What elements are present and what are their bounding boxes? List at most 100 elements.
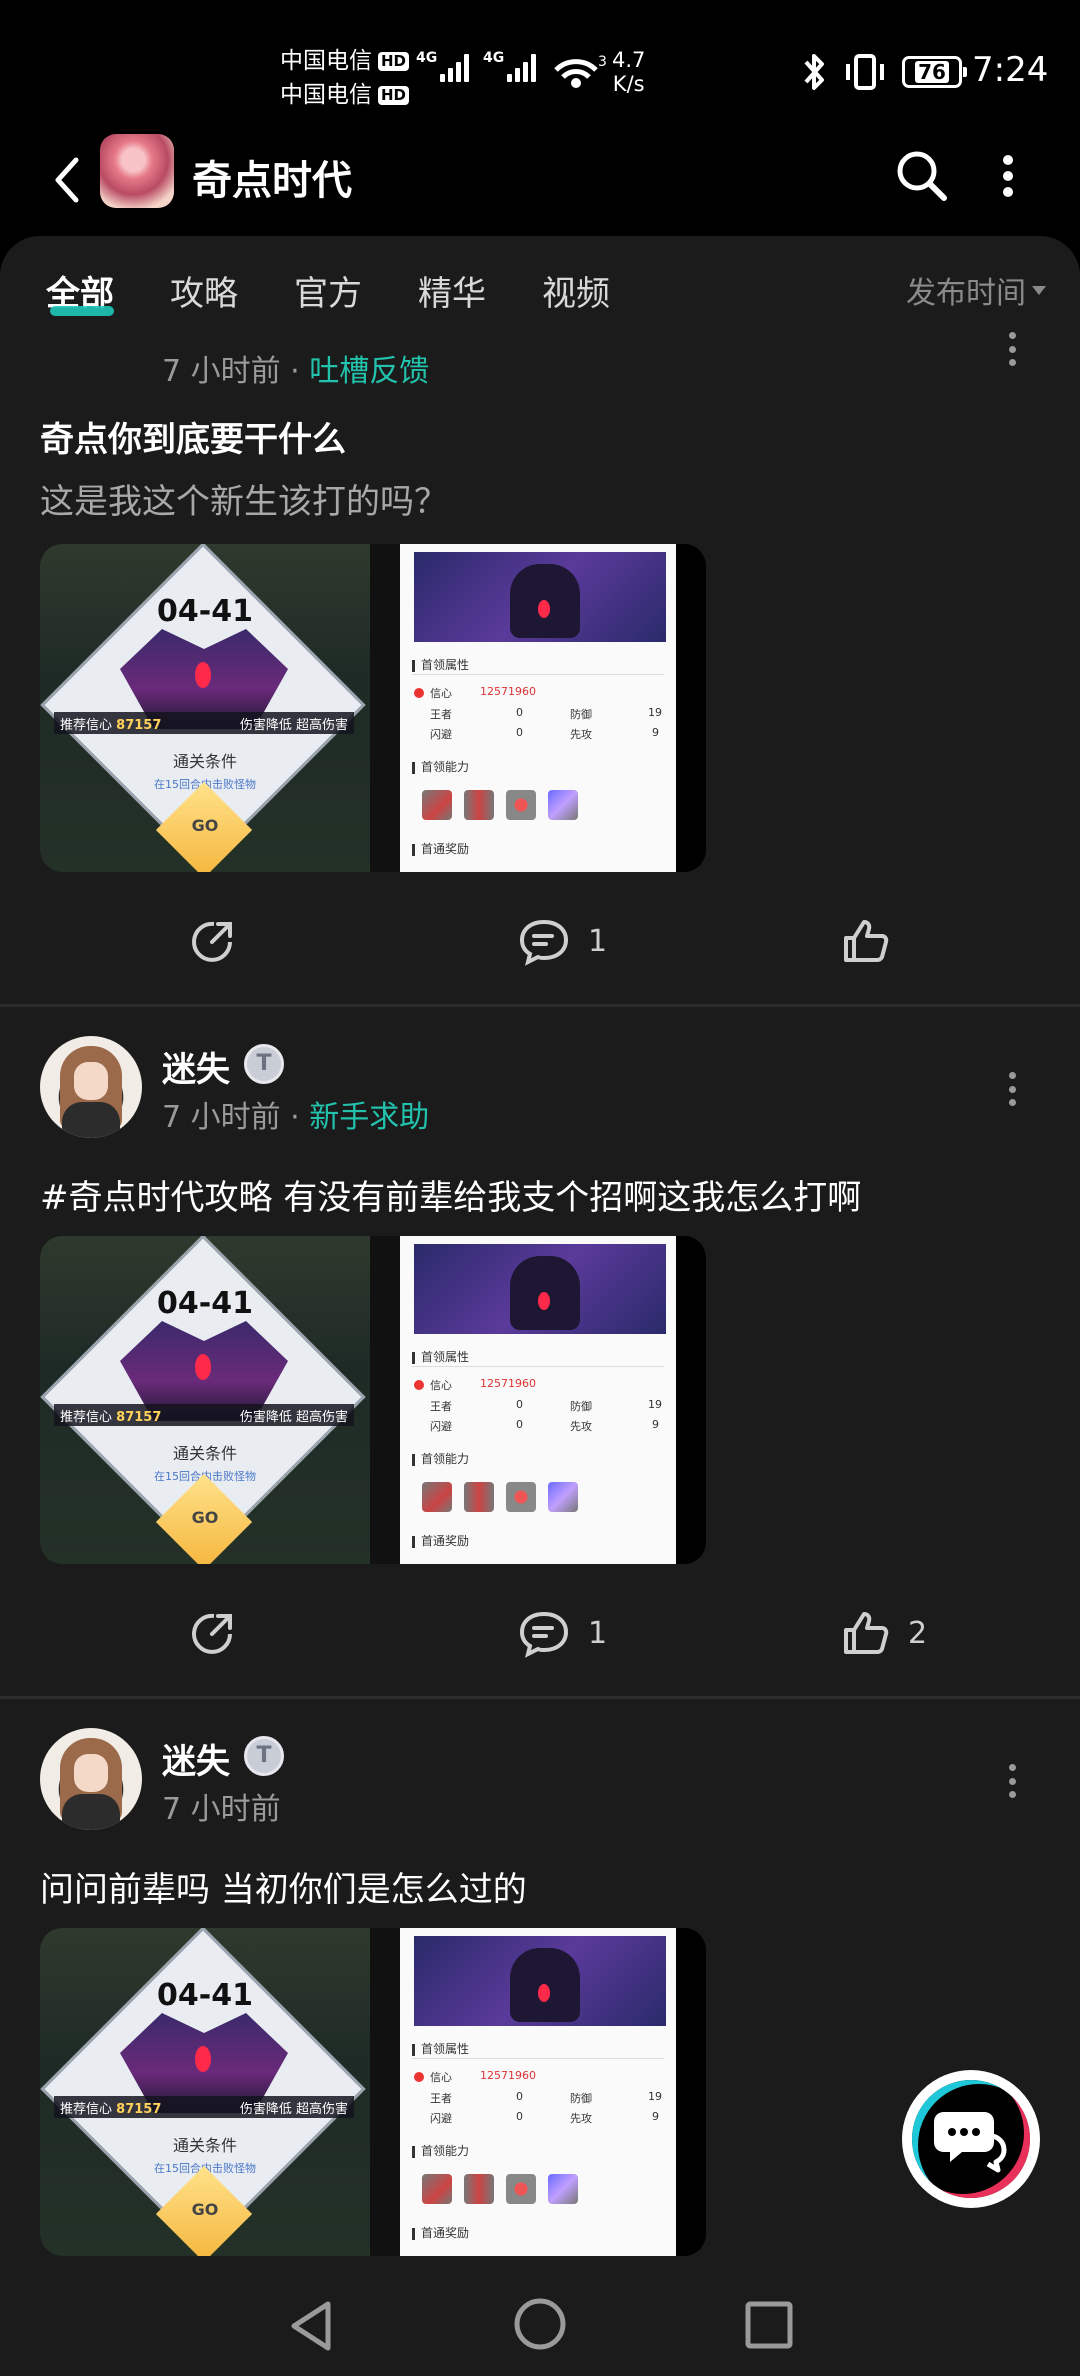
- chat-bubble-icon: [934, 2112, 1007, 2173]
- nav-back-icon[interactable]: [286, 2298, 336, 2354]
- like-button[interactable]: 2: [840, 1608, 927, 1658]
- clock: 7:24: [972, 50, 1049, 90]
- stat-value: 0: [516, 1418, 523, 1431]
- divider: [0, 1696, 1080, 1699]
- tab-official[interactable]: 官方: [294, 266, 362, 315]
- stat-value: 0: [516, 2090, 523, 2103]
- tab-guides[interactable]: 攻略: [170, 266, 238, 315]
- signal-icon: 4G: [483, 50, 536, 82]
- post-meta: 7 小时前 · 吐槽反馈: [162, 354, 430, 389]
- section-title: 首领能力: [412, 758, 469, 775]
- level-screenshot[interactable]: 04-41 推荐信心 87157伤害降低 超高伤害 通关条件在15回合内击败怪物…: [40, 1236, 370, 1564]
- go-label: GO: [191, 1508, 219, 1527]
- author-name[interactable]: 迷失: [162, 1042, 230, 1091]
- sort-label: 发布时间: [906, 276, 1026, 311]
- like-button[interactable]: [840, 916, 908, 966]
- post-actions: 1 2: [0, 1608, 1080, 1688]
- network-speed: 4.7 K/s: [612, 48, 645, 96]
- stat-value: 9: [652, 726, 659, 739]
- share-button[interactable]: [188, 1608, 238, 1658]
- user-level-badge: T: [244, 1044, 284, 1084]
- post-meta: 7 小时前: [162, 1784, 281, 1828]
- back-icon[interactable]: [48, 150, 88, 210]
- level-number: 04-41: [157, 1978, 253, 2013]
- post-body: 这是我这个新生该打的吗？: [40, 482, 448, 522]
- stat-label: 王者: [430, 708, 452, 721]
- hd-badge: HD: [378, 85, 410, 105]
- go-label: GO: [191, 2200, 219, 2219]
- go-label: GO: [191, 816, 219, 835]
- stat-value: 12571960: [480, 1377, 536, 1390]
- carrier-info: 中国电信 HD 中国电信 HD: [280, 44, 410, 112]
- status-bar: 中国电信 HD 中国电信 HD 4G 4G 3 4.7 K/s 76 7:24: [0, 0, 1080, 130]
- avatar[interactable]: [40, 1728, 142, 1830]
- more-vertical-icon[interactable]: [1006, 1764, 1018, 1798]
- comment-count: 1: [588, 1615, 608, 1651]
- like-count: 2: [908, 1615, 928, 1651]
- comment-button[interactable]: 1: [518, 1608, 607, 1658]
- comment-icon: [519, 919, 569, 966]
- level-screenshot[interactable]: 04-41 推荐信心 87157伤害降低 超高伤害 通关条件在15回合内击败怪物…: [40, 544, 370, 872]
- signal-icon: 4G: [416, 50, 469, 82]
- comment-count: 1: [588, 923, 608, 959]
- comment-button[interactable]: 1: [518, 916, 607, 966]
- search-icon[interactable]: [892, 146, 952, 206]
- stat-value: 12571960: [480, 685, 536, 698]
- post-actions: 1: [0, 916, 1080, 996]
- sort-dropdown[interactable]: 发布时间: [906, 268, 1046, 312]
- stat-label: 先攻: [570, 1420, 592, 1433]
- thumbs-up-icon: [844, 920, 889, 962]
- stat-value: 0: [516, 706, 523, 719]
- stat-label: 先攻: [570, 728, 592, 741]
- carrier-1: 中国电信: [280, 48, 372, 74]
- tab-featured[interactable]: 精华: [418, 266, 486, 315]
- stat-label: 信心: [430, 1379, 452, 1392]
- recommend-bar: 推荐信心 87157 伤害降低 超高伤害: [54, 2096, 354, 2118]
- stat-label: 防御: [570, 1400, 592, 1413]
- stat-label: 防御: [570, 708, 592, 721]
- comment-icon: [519, 1611, 569, 1658]
- battery-icon: 76: [902, 56, 967, 88]
- post-time: 7 小时前: [162, 354, 281, 389]
- stat-label: 信心: [430, 687, 452, 700]
- post-title: 奇点你到底要干什么: [40, 420, 346, 460]
- tab-video[interactable]: 视频: [542, 266, 610, 315]
- wifi-icon: 3: [554, 54, 607, 88]
- stat-value: 0: [516, 2110, 523, 2123]
- stat-label: 闪避: [430, 2112, 452, 2125]
- stat-value: 9: [652, 1418, 659, 1431]
- post-category[interactable]: 吐槽反馈: [309, 354, 429, 389]
- stat-value: 0: [516, 726, 523, 739]
- level-number: 04-41: [157, 1286, 253, 1321]
- chat-fab-button[interactable]: [902, 2070, 1040, 2208]
- avatar[interactable]: [40, 1036, 142, 1138]
- section-title: 首通奖励: [412, 1532, 469, 1549]
- nav-home-icon[interactable]: [512, 2296, 568, 2352]
- author-name[interactable]: 迷失: [162, 1734, 230, 1783]
- post-images[interactable]: 04-41 推荐信心 87157伤害降低 超高伤害 通关条件在15回合内击败怪物…: [40, 544, 706, 872]
- nav-recents-icon[interactable]: [744, 2300, 794, 2350]
- share-button[interactable]: [188, 916, 238, 966]
- speed-unit: K/s: [612, 72, 645, 96]
- more-vertical-icon[interactable]: [996, 154, 1020, 198]
- category-tabs: 全部 攻略 官方 精华 视频 发布时间: [0, 236, 1080, 332]
- boss-stats-screenshot[interactable]: 首领属性 信心 12571960 王者 0 防御 19 闪避 0 先攻 9 首领…: [400, 1928, 676, 2256]
- boss-stats-screenshot[interactable]: 首领属性 信心 12571960 王者 0 防御 19 闪避 0 先攻 9 首领…: [400, 1236, 676, 1564]
- caret-down-icon: [1032, 285, 1046, 295]
- more-vertical-icon[interactable]: [1006, 1072, 1018, 1106]
- active-tab-indicator: [50, 306, 114, 316]
- more-vertical-icon[interactable]: [1006, 332, 1018, 366]
- post-category[interactable]: 新手求助: [309, 1100, 429, 1135]
- stat-value: 12571960: [480, 2069, 536, 2082]
- section-title: 首领属性: [412, 656, 469, 673]
- section-title: 首通奖励: [412, 2224, 469, 2241]
- post-meta: 7 小时前 · 新手求助: [162, 1100, 430, 1135]
- boss-stats-screenshot[interactable]: 首领属性 信心 12571960 王者 0 防御 19 闪避 0 先攻 9 首领…: [400, 544, 676, 872]
- post-images[interactable]: 04-41 推荐信心 87157伤害降低 超高伤害 通关条件在15回合内击败怪物…: [40, 1236, 706, 1564]
- share-icon: [192, 921, 232, 962]
- level-screenshot[interactable]: 04-41 推荐信心 87157伤害降低 超高伤害 通关条件在15回合内击败怪物…: [40, 1928, 370, 2256]
- post-text: 问问前辈吗 当初你们是怎么过的: [40, 1870, 527, 1910]
- stat-label: 王者: [430, 1400, 452, 1413]
- post-images[interactable]: 04-41 推荐信心 87157伤害降低 超高伤害 通关条件在15回合内击败怪物…: [40, 1928, 706, 2256]
- post-text: #奇点时代攻略 有没有前辈给我支个招啊这我怎么打啊: [40, 1178, 862, 1218]
